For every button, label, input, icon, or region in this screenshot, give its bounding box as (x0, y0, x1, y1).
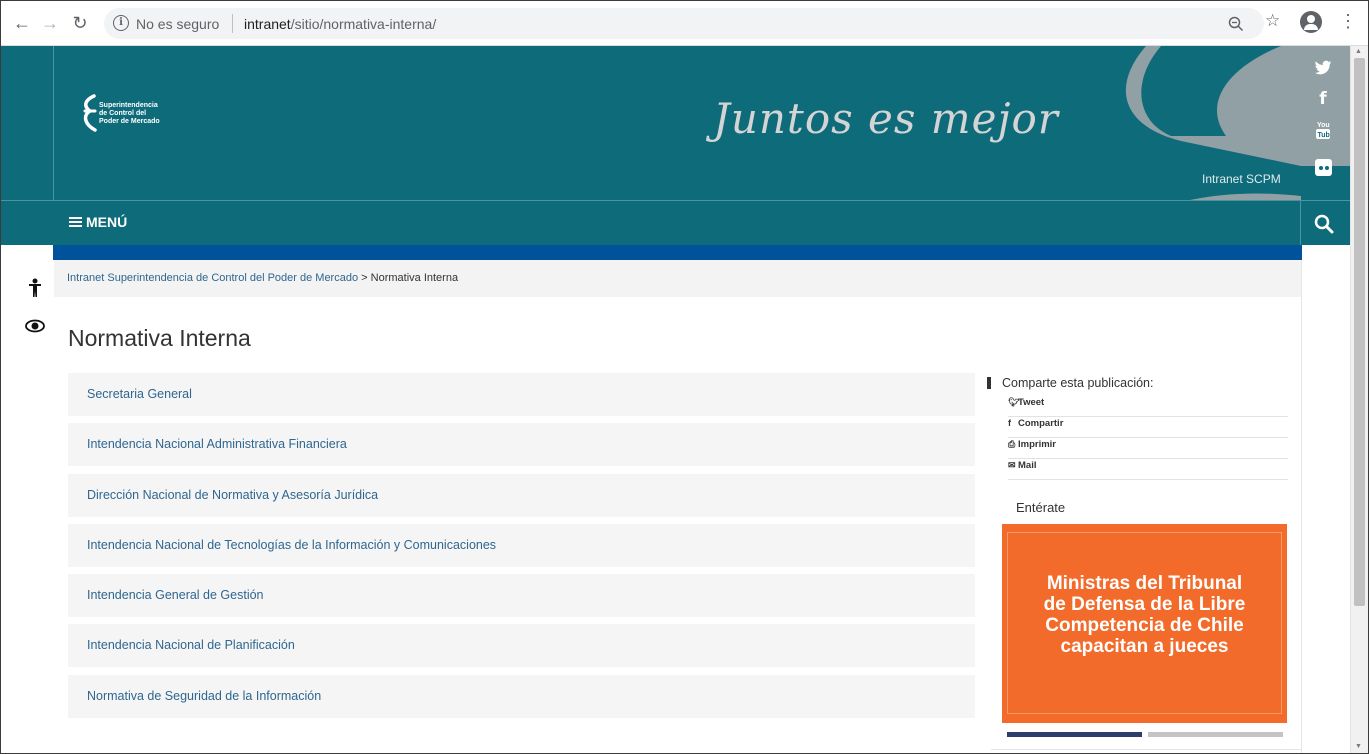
share-title: Comparte esta publicación: (1002, 376, 1154, 390)
logo-text-line: Poder de Mercado (99, 118, 160, 125)
address-bar[interactable]: i No es seguro intranet/sitio/normativa-… (104, 8, 1264, 39)
list-item[interactable]: Intendencia Nacional Administrativa Fina… (68, 423, 975, 467)
contrast-eye-icon[interactable] (25, 319, 45, 333)
accessibility-person-icon[interactable] (28, 278, 42, 298)
logo-mark-icon (83, 94, 97, 132)
url-text[interactable]: intranet/sitio/normativa-interna/ (244, 16, 436, 32)
site-header: Superintendencia de Control del Poder de… (1, 46, 1350, 201)
back-arrow-icon[interactable]: ← (11, 12, 33, 34)
menu-button[interactable]: MENÚ (69, 214, 127, 230)
content-right-rule (1301, 260, 1302, 753)
accent-strip (53, 245, 1302, 260)
profile-avatar-icon[interactable] (1300, 11, 1322, 33)
carousel-indicator[interactable] (1148, 732, 1283, 737)
logo-text: Superintendencia de Control del Poder de… (99, 102, 209, 126)
reload-icon[interactable]: ↻ (69, 12, 91, 34)
more-menu-icon[interactable]: ⋮ (1339, 11, 1357, 31)
bookmark-star-icon[interactable]: ☆ (1265, 11, 1280, 31)
promo-line: Ministras del Tribunal (1046, 573, 1243, 594)
share-tweet-label: Tweet (1018, 397, 1045, 408)
intranet-label: Intranet SCPM (1202, 172, 1281, 186)
list-item[interactable]: Secretaria General (68, 373, 975, 416)
sidebar-bottom-rule (991, 749, 1301, 750)
share-mail-label: Mail (1018, 460, 1037, 471)
page-scrollbar[interactable]: ▲ ▼ (1350, 46, 1368, 753)
url-host: intranet (244, 16, 291, 32)
list-item[interactable]: Intendencia Nacional de Tecnologías de l… (68, 523, 975, 567)
share-tweet-link[interactable]: 🐦︎Tweet (1008, 397, 1288, 417)
facebook-icon[interactable]: f (1314, 90, 1332, 108)
breadcrumb-separator: > (361, 272, 368, 284)
share-print-link[interactable]: ⎙ Imprimir (1008, 439, 1288, 459)
scrollbar-thumb[interactable] (1354, 58, 1365, 606)
page-title: Normativa Interna (68, 325, 251, 351)
youtube-icon[interactable]: You Tube (1314, 120, 1334, 139)
promo-line: Competencia de Chile (1045, 615, 1244, 636)
share-compartir-label: Compartir (1018, 418, 1064, 429)
browser-toolbar: ← → ↻ i No es seguro intranet/sitio/norm… (1, 1, 1368, 46)
twitter-icon: 🐦︎ (1008, 397, 1020, 407)
social-links: f You Tube (1305, 46, 1350, 201)
address-divider (232, 14, 233, 33)
document-list: Secretaria General Intendencia Nacional … (68, 373, 975, 725)
print-icon: ⎙ (1008, 439, 1016, 449)
url-path: /sitio/normativa-interna/ (290, 16, 437, 32)
list-item[interactable]: Intendencia General de Gestión (68, 574, 975, 618)
breadcrumb-home-link[interactable]: Intranet Superintendencia de Control del… (67, 272, 358, 284)
svg-text:Tube: Tube (1318, 132, 1331, 139)
site-logo[interactable]: Superintendencia de Control del Poder de… (81, 94, 211, 144)
facebook-icon: f (1008, 418, 1011, 428)
logo-text-line: Superintendencia (99, 102, 158, 109)
promo-line: capacitan a jueces (1060, 636, 1229, 657)
list-item[interactable]: Intendencia Nacional de Planificación (68, 624, 975, 668)
scroll-up-icon[interactable]: ▲ (1355, 48, 1362, 55)
header-left-rule (53, 46, 54, 201)
scroll-down-icon[interactable]: ▼ (1355, 743, 1362, 750)
menu-label: MENÚ (86, 214, 128, 230)
carousel-indicator-active[interactable] (1007, 732, 1142, 737)
logo-text-line: de Control del (99, 110, 147, 117)
share-mail-link[interactable]: ✉ Mail (1008, 460, 1288, 480)
list-item[interactable]: Normativa de Seguridad de la Información (68, 674, 975, 718)
forward-arrow-icon[interactable]: → (39, 12, 61, 34)
web-page: Superintendencia de Control del Poder de… (1, 46, 1350, 753)
mail-icon: ✉ (1008, 460, 1016, 470)
menu-bar: MENÚ (1, 201, 1350, 245)
zoom-icon[interactable] (1228, 16, 1244, 32)
breadcrumb: Intranet Superintendencia de Control del… (54, 260, 1302, 297)
flickr-icon[interactable] (1315, 159, 1332, 176)
breadcrumb-current: Normativa Interna (370, 272, 459, 284)
enterate-heading: Entérate (1016, 500, 1066, 515)
header-slogan: Juntos es mejor (713, 94, 1059, 143)
twitter-icon[interactable] (1314, 60, 1332, 78)
browser-window: ← → ↻ i No es seguro intranet/sitio/norm… (0, 0, 1369, 754)
promo-banner[interactable]: Ministras del Tribunal de Defensa de la … (1002, 524, 1287, 723)
promo-headline: Ministras del Tribunal de Defensa de la … (1002, 573, 1287, 657)
svg-text:You: You (1317, 122, 1330, 129)
share-marker (987, 377, 991, 389)
security-label[interactable]: No es seguro (136, 16, 219, 32)
list-item[interactable]: Dirección Nacional de Normativa y Asesor… (68, 473, 975, 517)
share-imprimir-label: Imprimir (1018, 439, 1057, 450)
breadcrumb-trail: Intranet Superintendencia de Control del… (67, 272, 458, 284)
hamburger-icon (69, 217, 82, 227)
promo-line: de Defensa de la Libre (1043, 594, 1246, 615)
info-icon[interactable]: i (113, 15, 129, 31)
search-icon[interactable] (1313, 213, 1335, 235)
share-facebook-link[interactable]: f Compartir (1008, 418, 1288, 438)
menu-divider (1300, 201, 1301, 245)
